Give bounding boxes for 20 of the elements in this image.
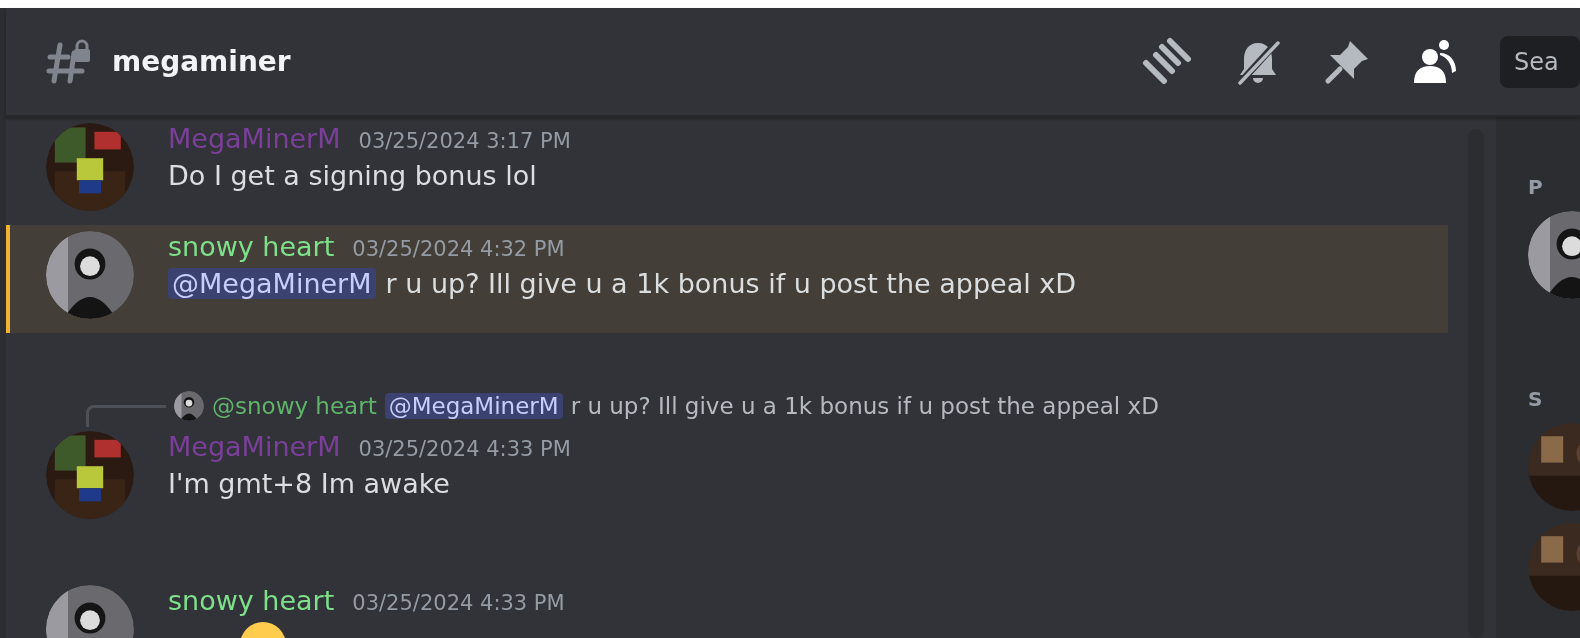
reply-preview[interactable]: r u up? Ill give u a 1k bonus if u post the appeal xD [570,393,1159,419]
timestamp: 03/25/2024 4:33 PM [352,591,565,615]
author-name[interactable]: snowy heart [168,231,335,262]
mention[interactable]: @MegaMinerM [168,268,376,299]
message-text: Do I get a signing bonus lol [168,160,537,191]
mention[interactable]: @MegaMinerM [384,393,563,419]
timestamp: 03/25/2024 3:17 PM [358,129,571,153]
timestamp: 03/25/2024 4:32 PM [352,237,565,261]
section-header: S [1528,387,1544,411]
threads-icon[interactable] [1142,36,1192,87]
author-name[interactable]: snowy heart [168,585,335,616]
section-header: P [1528,175,1544,199]
channel-name: megaminer [112,45,291,78]
message-text: r u up? Ill give u a 1k bonus if u post the appeal xD [385,268,1077,299]
pin-icon[interactable] [1324,38,1370,85]
search-field[interactable]: Sea [1500,35,1580,88]
members-icon[interactable] [1412,38,1458,85]
message-text: I'm gmt+8 Im awake [168,468,450,499]
reply-author[interactable]: @snowy heart [212,393,377,419]
timestamp: 03/25/2024 4:33 PM [358,437,571,461]
